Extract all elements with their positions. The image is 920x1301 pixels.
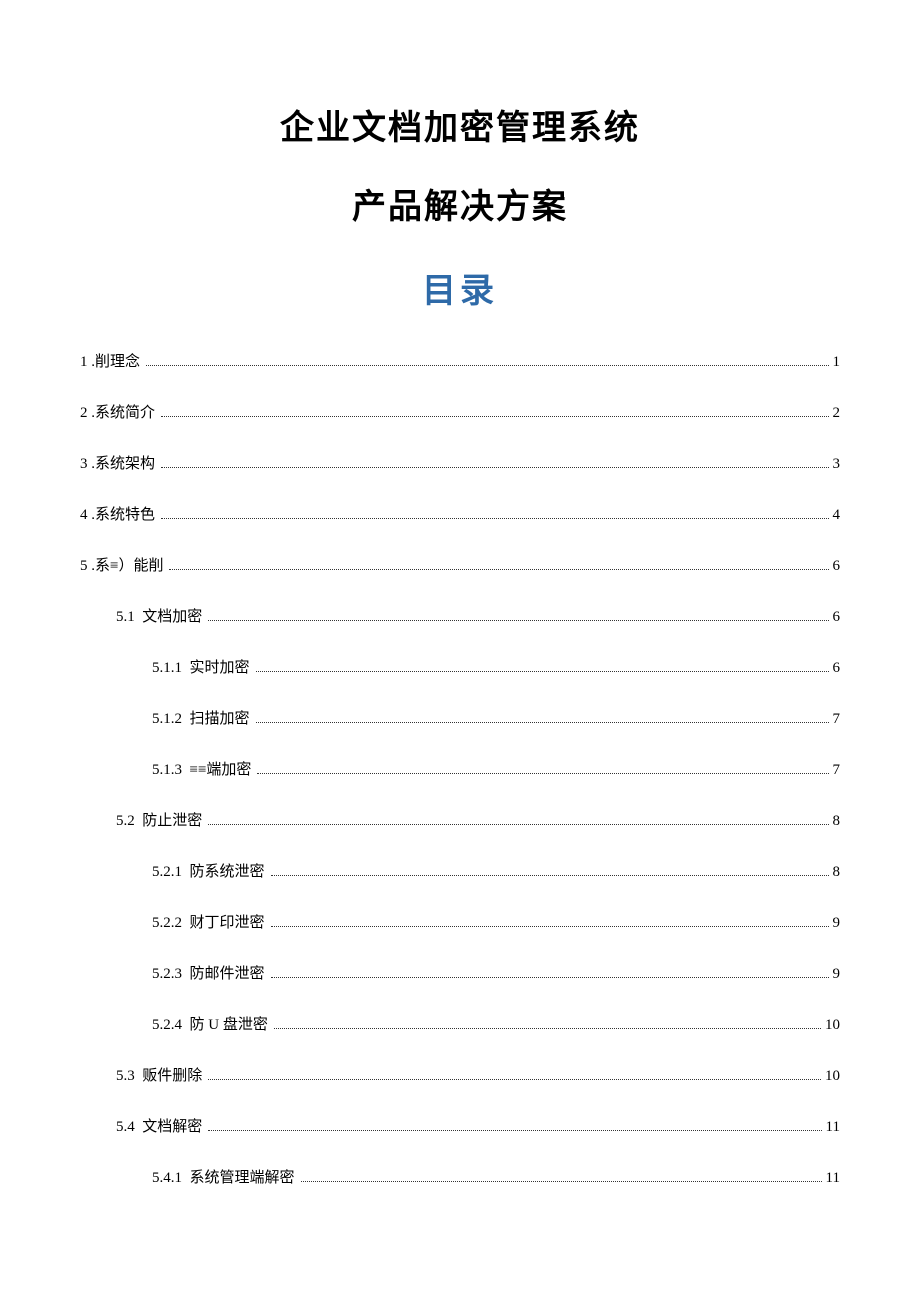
toc-leader-dots xyxy=(161,518,828,519)
toc-label: 扫描加密 xyxy=(190,709,250,730)
toc-page-number: 9 xyxy=(833,913,841,934)
toc-leader-dots xyxy=(256,671,829,672)
toc-leader-dots xyxy=(208,1079,821,1080)
toc-number: 5.1.3 xyxy=(152,760,190,781)
toc-entry: 5 .系≡）能削 6 xyxy=(80,556,840,577)
title-block: 企业文档加密管理系统 产品解决方案 目录 xyxy=(80,100,840,312)
toc-leader-dots xyxy=(208,620,828,621)
toc-number: 5 xyxy=(80,556,91,577)
toc-entry: 5.1 文档加密 6 xyxy=(80,607,840,628)
toc-page-number: 11 xyxy=(826,1168,840,1189)
toc-number: 5.2 xyxy=(116,811,142,832)
toc-page-number: 9 xyxy=(833,964,841,985)
toc-page-number: 1 xyxy=(833,352,841,373)
document-title-1: 企业文档加密管理系统 xyxy=(80,100,840,149)
toc-page-number: 10 xyxy=(825,1015,840,1036)
toc-page-number: 8 xyxy=(833,811,841,832)
toc-entry: 5.2.4 防 U 盘泄密 10 xyxy=(80,1015,840,1036)
toc-label: 防邮件泄密 xyxy=(190,964,265,985)
toc-number: 5.3 xyxy=(116,1066,142,1087)
toc-number: 5.2.4 xyxy=(152,1015,190,1036)
toc-leader-dots xyxy=(208,824,828,825)
toc-number: 5.4.1 xyxy=(152,1168,190,1189)
toc-label: .系统特色 xyxy=(91,505,155,526)
toc-label: .系≡）能削 xyxy=(91,556,163,577)
toc-number: 5.2.1 xyxy=(152,862,190,883)
toc-leader-dots xyxy=(257,773,828,774)
toc-number: 5.4 xyxy=(116,1117,142,1138)
toc-entry: 3 .系统架构3 xyxy=(80,454,840,475)
toc-page-number: 6 xyxy=(833,556,841,577)
toc-leader-dots xyxy=(146,365,828,366)
toc-page-number: 7 xyxy=(833,709,841,730)
toc-label: 文档解密 xyxy=(142,1117,202,1138)
toc-page-number: 11 xyxy=(826,1117,840,1138)
toc-number: 1 xyxy=(80,352,91,373)
toc-leader-dots xyxy=(271,977,829,978)
toc-number: 4 xyxy=(80,505,91,526)
toc-entry: 5.2.3 防邮件泄密 9 xyxy=(80,964,840,985)
toc-leader-dots xyxy=(271,875,829,876)
toc-label: 文档加密 xyxy=(142,607,202,628)
toc-entry: 5.3 贩件删除 10 xyxy=(80,1066,840,1087)
toc-number: 2 xyxy=(80,403,91,424)
toc-leader-dots xyxy=(208,1130,821,1131)
toc-entry: 5.4 文档解密 11 xyxy=(80,1117,840,1138)
toc-label: 防系统泄密 xyxy=(190,862,265,883)
toc-entry: 5.4.1 系统管理端解密 11 xyxy=(80,1168,840,1189)
toc-label: .系统架构 xyxy=(91,454,155,475)
toc-leader-dots xyxy=(271,926,829,927)
toc-label: 防 U 盘泄密 xyxy=(190,1015,268,1036)
table-of-contents: 1 .削理念12 .系统简介23 .系统架构34 .系统特色45 .系≡）能削6… xyxy=(80,352,840,1189)
toc-page-number: 6 xyxy=(833,607,841,628)
toc-leader-dots xyxy=(161,467,828,468)
toc-leader-dots xyxy=(274,1028,821,1029)
toc-label: 系统管理端解密 xyxy=(190,1168,295,1189)
toc-leader-dots xyxy=(256,722,829,723)
toc-number: 5.1.2 xyxy=(152,709,190,730)
toc-label: 贩件删除 xyxy=(142,1066,202,1087)
toc-page-number: 6 xyxy=(833,658,841,679)
toc-leader-dots xyxy=(169,569,828,570)
toc-number: 5.1.1 xyxy=(152,658,190,679)
toc-label: .削理念 xyxy=(91,352,140,373)
toc-label: ≡≡端加密 xyxy=(190,760,252,781)
toc-number: 5.1 xyxy=(116,607,142,628)
toc-entry: 1 .削理念1 xyxy=(80,352,840,373)
toc-page-number: 7 xyxy=(833,760,841,781)
toc-entry: 4 .系统特色4 xyxy=(80,505,840,526)
toc-page-number: 4 xyxy=(833,505,841,526)
toc-page-number: 2 xyxy=(833,403,841,424)
toc-number: 5.2.2 xyxy=(152,913,190,934)
toc-label: 财丁印泄密 xyxy=(190,913,265,934)
toc-number: 5.2.3 xyxy=(152,964,190,985)
toc-label: .系统简介 xyxy=(91,403,155,424)
toc-entry: 5.2.1 防系统泄密 8 xyxy=(80,862,840,883)
toc-entry: 5.1.1 实时加密 6 xyxy=(80,658,840,679)
toc-page-number: 10 xyxy=(825,1066,840,1087)
toc-entry: 2 .系统简介2 xyxy=(80,403,840,424)
toc-entry: 5.2 防止泄密 8 xyxy=(80,811,840,832)
toc-entry: 5.1.3 ≡≡端加密 7 xyxy=(80,760,840,781)
toc-entry: 5.1.2 扫描加密 7 xyxy=(80,709,840,730)
document-title-2: 产品解决方案 xyxy=(80,179,840,228)
toc-entry: 5.2.2 财丁印泄密 9 xyxy=(80,913,840,934)
toc-number: 3 xyxy=(80,454,91,475)
toc-label: 防止泄密 xyxy=(142,811,202,832)
toc-header: 目录 xyxy=(80,263,840,312)
toc-page-number: 3 xyxy=(833,454,841,475)
toc-leader-dots xyxy=(161,416,828,417)
toc-label: 实时加密 xyxy=(190,658,250,679)
toc-leader-dots xyxy=(301,1181,822,1182)
toc-page-number: 8 xyxy=(833,862,841,883)
